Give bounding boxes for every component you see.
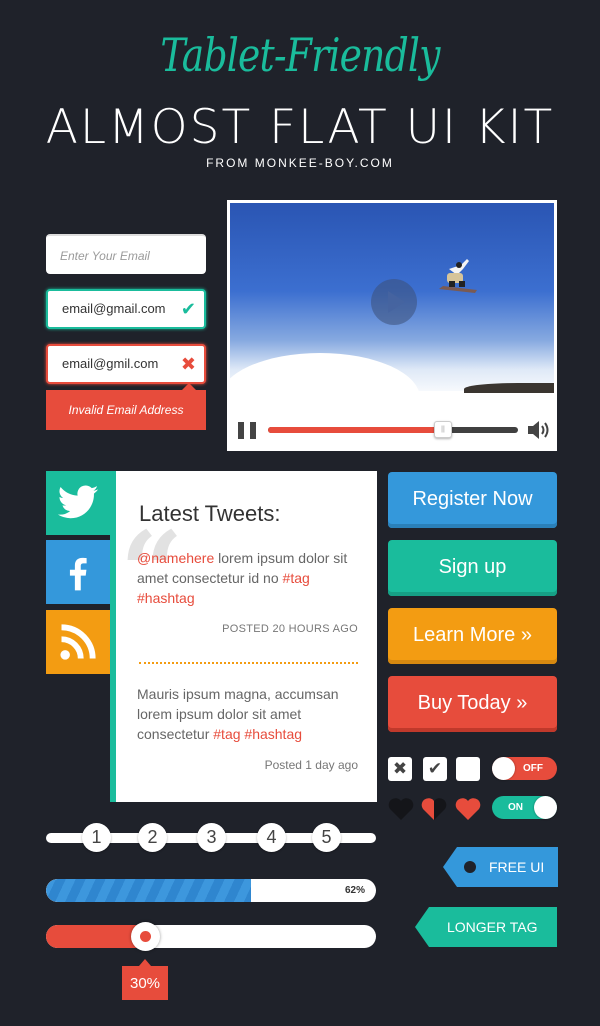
sign-up-button[interactable]: Sign up [388, 540, 557, 596]
rss-button[interactable] [46, 610, 110, 674]
tag-label: LONGER TAG [447, 919, 538, 935]
video-seek-bar[interactable]: || [268, 421, 518, 438]
tweet-timestamp: Posted 1 day ago [264, 758, 358, 772]
progress-label: 62% [344, 885, 365, 896]
tweets-divider [139, 662, 358, 664]
email-value: email@gmail.com [62, 301, 166, 316]
toggle-on[interactable]: ON [492, 796, 557, 819]
checkbox-empty[interactable] [456, 757, 480, 781]
email-input-valid[interactable]: email@gmail.com ✔ [46, 289, 206, 329]
email-error-tooltip: Invalid Email Address [46, 383, 206, 430]
progress-bar: 62% [46, 879, 376, 902]
page-1-button[interactable]: 1 [82, 823, 111, 852]
tweet-timestamp: POSTED 20 HOURS AGO [222, 623, 358, 635]
heart-full-icon[interactable] [455, 797, 481, 821]
toggle-knob [534, 796, 557, 819]
tweet-tag-link[interactable]: #tag [213, 726, 240, 742]
email-placeholder: Enter Your Email [60, 249, 150, 263]
tweet-hashtag-link[interactable]: #hashtag [244, 726, 302, 742]
tweet-text: @namehere lorem ipsum dolor sit amet con… [137, 548, 359, 608]
learn-more-button[interactable]: Learn More » [388, 608, 557, 664]
email-value: email@gmil.com [62, 356, 159, 371]
video-frame[interactable] [230, 203, 554, 399]
page-3-button[interactable]: 3 [197, 823, 226, 852]
register-now-button[interactable]: Register Now [388, 472, 557, 528]
facebook-icon [69, 557, 87, 591]
header-subtitle: FROM MONKEE-BOY.COM [206, 156, 394, 170]
email-input-empty[interactable]: Enter Your Email [46, 234, 206, 274]
range-slider[interactable] [46, 922, 376, 951]
check-icon: ✔ [180, 299, 196, 319]
heart-empty-icon[interactable] [388, 797, 414, 821]
header-title: ALMOST FLAT UI KIT [45, 100, 555, 155]
slider-value-tooltip: 30% [122, 959, 168, 1000]
toggle-label: OFF [523, 763, 543, 774]
snowboarder-image [439, 259, 477, 293]
tweets-title: Latest Tweets: [139, 501, 281, 526]
tweet-mention-link[interactable]: @namehere [137, 550, 214, 566]
toggle-off[interactable]: OFF [492, 757, 557, 780]
facebook-button[interactable] [46, 540, 110, 604]
header-script-title: Tablet-Friendly [160, 28, 440, 82]
twitter-button[interactable] [46, 471, 110, 535]
tag-hole-icon [464, 861, 476, 873]
video-seek-handle[interactable]: || [434, 421, 452, 438]
tweet-hashtag-link[interactable]: #hashtag [137, 590, 195, 606]
play-icon[interactable] [371, 279, 417, 325]
checkbox-checked[interactable]: ✔ [423, 757, 447, 781]
tag-free-ui[interactable]: FREE UI [443, 847, 558, 887]
page-2-button[interactable]: 2 [138, 823, 167, 852]
mountain-ridge [464, 383, 554, 393]
latest-tweets-panel: “ Latest Tweets: @namehere lorem ipsum d… [110, 471, 377, 802]
email-input-invalid[interactable]: email@gmil.com ✖ [46, 344, 206, 384]
toggle-label: ON [508, 802, 523, 813]
tag-label: FREE UI [489, 859, 545, 875]
progress-fill [46, 879, 251, 902]
page-4-button[interactable]: 4 [257, 823, 286, 852]
tweet-text: Mauris ipsum magna, accumsan lorem ipsum… [137, 684, 359, 744]
error-x-icon: ✖ [180, 354, 196, 374]
buy-today-button[interactable]: Buy Today » [388, 676, 557, 732]
video-seek-fill [268, 427, 443, 433]
twitter-icon [57, 485, 99, 519]
rss-icon [60, 624, 96, 660]
toggle-knob [492, 757, 515, 780]
slider-handle[interactable] [131, 922, 160, 951]
tweet-tag-link[interactable]: #tag [283, 570, 310, 586]
page-5-button[interactable]: 5 [312, 823, 341, 852]
heart-half-icon[interactable] [421, 797, 447, 821]
checkbox-x[interactable]: ✖ [388, 757, 412, 781]
pause-icon[interactable] [238, 422, 256, 439]
tag-longer-tag[interactable]: LONGER TAG [415, 907, 557, 947]
video-player: || [227, 200, 557, 451]
volume-icon[interactable] [528, 419, 552, 441]
